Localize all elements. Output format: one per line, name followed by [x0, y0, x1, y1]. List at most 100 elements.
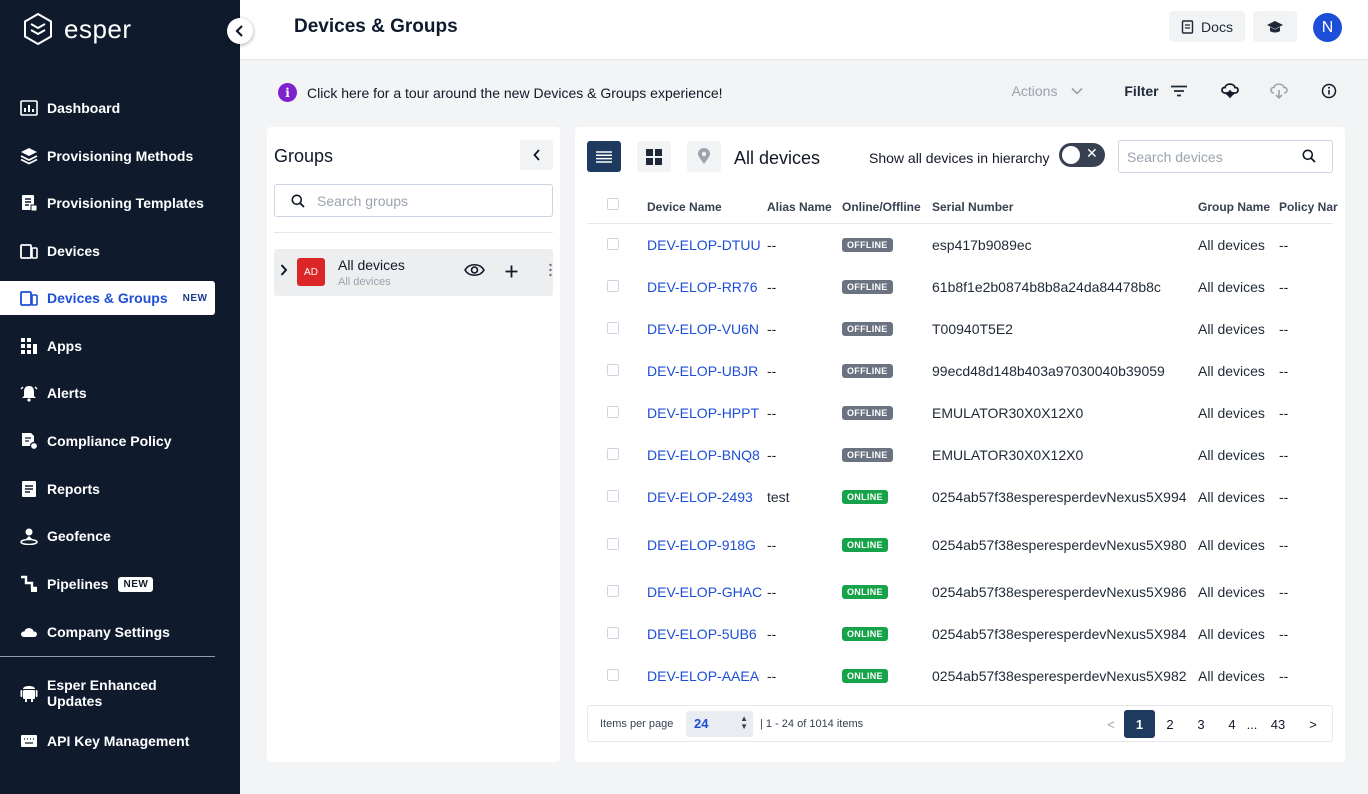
- esper-logo[interactable]: esper: [22, 12, 132, 46]
- sidebar-item-devices-groups[interactable]: Devices & Groups NEW: [0, 281, 215, 315]
- groups-collapse-button[interactable]: [520, 140, 553, 170]
- sidebar-item-dashboard[interactable]: Dashboard: [0, 91, 215, 125]
- group-view-button[interactable]: [464, 263, 485, 282]
- cloud-settings-button[interactable]: [1214, 76, 1246, 106]
- tour-banner[interactable]: i Click here for a tour around the new D…: [278, 83, 723, 102]
- list-view-button[interactable]: [587, 141, 621, 172]
- group-name-cell: All devices: [1198, 237, 1265, 253]
- docs-button[interactable]: Docs: [1169, 11, 1245, 42]
- device-name-link[interactable]: DEV-ELOP-918G: [647, 537, 756, 553]
- table-row[interactable]: DEV-ELOP-DTUU -- esp417b9089ec All devices -…: [587, 235, 1333, 259]
- table-row[interactable]: DEV-ELOP-HPPT -- EMULATOR30X0X12X0 All devi…: [587, 403, 1333, 427]
- device-name-link[interactable]: DEV-ELOP-AAEA: [647, 668, 759, 684]
- row-checkbox[interactable]: [607, 364, 619, 376]
- prev-page-button[interactable]: <: [1097, 710, 1125, 738]
- table-row[interactable]: DEV-ELOP-VU6N -- T00940T5E2 All devices -- OF…: [587, 319, 1333, 343]
- device-name-link[interactable]: DEV-ELOP-VU6N: [647, 321, 759, 337]
- column-header-serial-number[interactable]: Serial Number: [932, 200, 1013, 214]
- items-per-page-label: Items per page: [600, 718, 674, 730]
- sidebar-collapse-button[interactable]: [227, 18, 253, 44]
- page-button-1[interactable]: 1: [1124, 710, 1155, 738]
- device-name-link[interactable]: DEV-ELOP-5UB6: [647, 626, 757, 642]
- row-checkbox[interactable]: [607, 538, 619, 550]
- column-header-group-name[interactable]: Group Name: [1198, 200, 1270, 214]
- devices-search-input[interactable]: [1127, 148, 1297, 165]
- column-header-policy-name[interactable]: Policy Nar: [1279, 200, 1338, 214]
- status-badge: OFFLINE: [842, 448, 893, 462]
- add-subgroup-button[interactable]: [505, 261, 518, 284]
- group-expand-toggle[interactable]: [280, 263, 288, 281]
- actions-button[interactable]: Actions: [998, 76, 1097, 106]
- page-button-3[interactable]: 3: [1187, 710, 1215, 738]
- table-row[interactable]: DEV-ELOP-UBJR -- 99ecd48d148b403a97030040b…: [587, 361, 1333, 385]
- page-button-2[interactable]: 2: [1156, 710, 1184, 738]
- sidebar-item-pipelines[interactable]: Pipelines NEW: [0, 567, 215, 601]
- list-icon: [596, 150, 612, 163]
- device-name-link[interactable]: DEV-ELOP-2493: [647, 489, 753, 505]
- row-checkbox[interactable]: [607, 669, 619, 681]
- user-avatar[interactable]: N: [1313, 13, 1342, 42]
- sidebar-item-provisioning-methods[interactable]: Provisioning Methods: [0, 139, 215, 173]
- hierarchy-toggle[interactable]: ✕: [1059, 143, 1105, 167]
- table-row[interactable]: DEV-ELOP-BNQ8 -- EMULATOR30X0X12X0 All devi…: [587, 445, 1333, 469]
- sidebar-item-alerts[interactable]: Alerts: [0, 376, 215, 410]
- row-checkbox[interactable]: [607, 490, 619, 502]
- sidebar-item-esper-enhanced-updates[interactable]: Esper Enhanced Updates: [0, 676, 215, 710]
- device-name-link[interactable]: DEV-ELOP-DTUU: [647, 237, 761, 253]
- device-name-link[interactable]: DEV-ELOP-BNQ8: [647, 447, 760, 463]
- groups-search-input[interactable]: [317, 192, 537, 209]
- column-header-online-offline[interactable]: Online/Offline: [842, 200, 921, 214]
- serial-number-cell: 0254ab57f38esperesperdevNexus5X984: [932, 626, 1187, 642]
- device-name-link[interactable]: DEV-ELOP-HPPT: [647, 405, 759, 421]
- row-checkbox[interactable]: [607, 322, 619, 334]
- academy-button[interactable]: [1253, 11, 1297, 42]
- sidebar-item-api-key-management[interactable]: API Key Management: [0, 724, 215, 758]
- items-per-page-select[interactable]: 24 ▲ ▼: [686, 711, 753, 737]
- sidebar-item-compliance-policy[interactable]: Compliance Policy: [0, 424, 215, 458]
- table-row[interactable]: DEV-ELOP-5UB6 -- 0254ab57f38esperesperdevN…: [587, 624, 1333, 648]
- sidebar-item-label: Company Settings: [47, 624, 170, 640]
- map-view-button[interactable]: [687, 141, 721, 172]
- filter-label: Filter: [1124, 83, 1159, 99]
- sidebar-item-reports[interactable]: Reports: [0, 472, 215, 506]
- row-checkbox[interactable]: [607, 448, 619, 460]
- grid-view-button[interactable]: [637, 141, 671, 172]
- page-button-4[interactable]: 4: [1218, 710, 1246, 738]
- row-checkbox[interactable]: [607, 406, 619, 418]
- table-row[interactable]: DEV-ELOP-2493 test 0254ab57f38esperesperde…: [587, 487, 1333, 511]
- table-row[interactable]: DEV-ELOP-RR76 -- 61b8f1e2b0874b8b8a24da844…: [587, 277, 1333, 301]
- filter-button[interactable]: Filter: [1113, 76, 1198, 106]
- plus-icon: [505, 265, 518, 278]
- device-name-link[interactable]: DEV-ELOP-GHAC: [647, 584, 762, 600]
- cloud-download-button[interactable]: [1263, 76, 1295, 106]
- column-header-device-name[interactable]: Device Name: [647, 200, 722, 214]
- select-all-checkbox[interactable]: [607, 198, 619, 210]
- sidebar-item-devices[interactable]: Devices: [0, 234, 215, 268]
- status-badge: OFFLINE: [842, 406, 893, 420]
- table-row[interactable]: DEV-ELOP-AAEA -- 0254ab57f38esperesperdevN…: [587, 666, 1333, 690]
- sidebar-item-apps[interactable]: Apps: [0, 329, 215, 363]
- row-checkbox[interactable]: [607, 280, 619, 292]
- column-header-alias-name[interactable]: Alias Name: [767, 200, 832, 214]
- table-row[interactable]: DEV-ELOP-GHAC -- 0254ab57f38esperesperdevN…: [587, 582, 1333, 606]
- geofence-icon: [20, 527, 38, 545]
- row-checkbox[interactable]: [607, 627, 619, 639]
- device-name-link[interactable]: DEV-ELOP-RR76: [647, 279, 757, 295]
- sidebar-item-geofence[interactable]: Geofence: [0, 519, 215, 553]
- logo-text: esper: [64, 13, 132, 44]
- next-page-button[interactable]: >: [1299, 710, 1327, 738]
- page-button-43[interactable]: 43: [1264, 710, 1292, 738]
- search-icon[interactable]: [1302, 149, 1316, 163]
- group-row-all-devices[interactable]: AD All devices All devices: [274, 249, 553, 296]
- row-checkbox[interactable]: [607, 238, 619, 250]
- page-info-button[interactable]: [1313, 76, 1345, 106]
- sidebar-item-company-settings[interactable]: Company Settings: [0, 615, 215, 649]
- sidebar-item-provisioning-templates[interactable]: Provisioning Templates: [0, 186, 215, 220]
- status-badge: OFFLINE: [842, 238, 893, 252]
- device-name-link[interactable]: DEV-ELOP-UBJR: [647, 363, 758, 379]
- layers-icon: [20, 147, 38, 165]
- table-row[interactable]: DEV-ELOP-918G -- 0254ab57f38esperesperdevN…: [587, 535, 1333, 559]
- group-more-button[interactable]: [549, 263, 552, 280]
- sidebar-item-label: Dashboard: [47, 100, 121, 116]
- row-checkbox[interactable]: [607, 585, 619, 597]
